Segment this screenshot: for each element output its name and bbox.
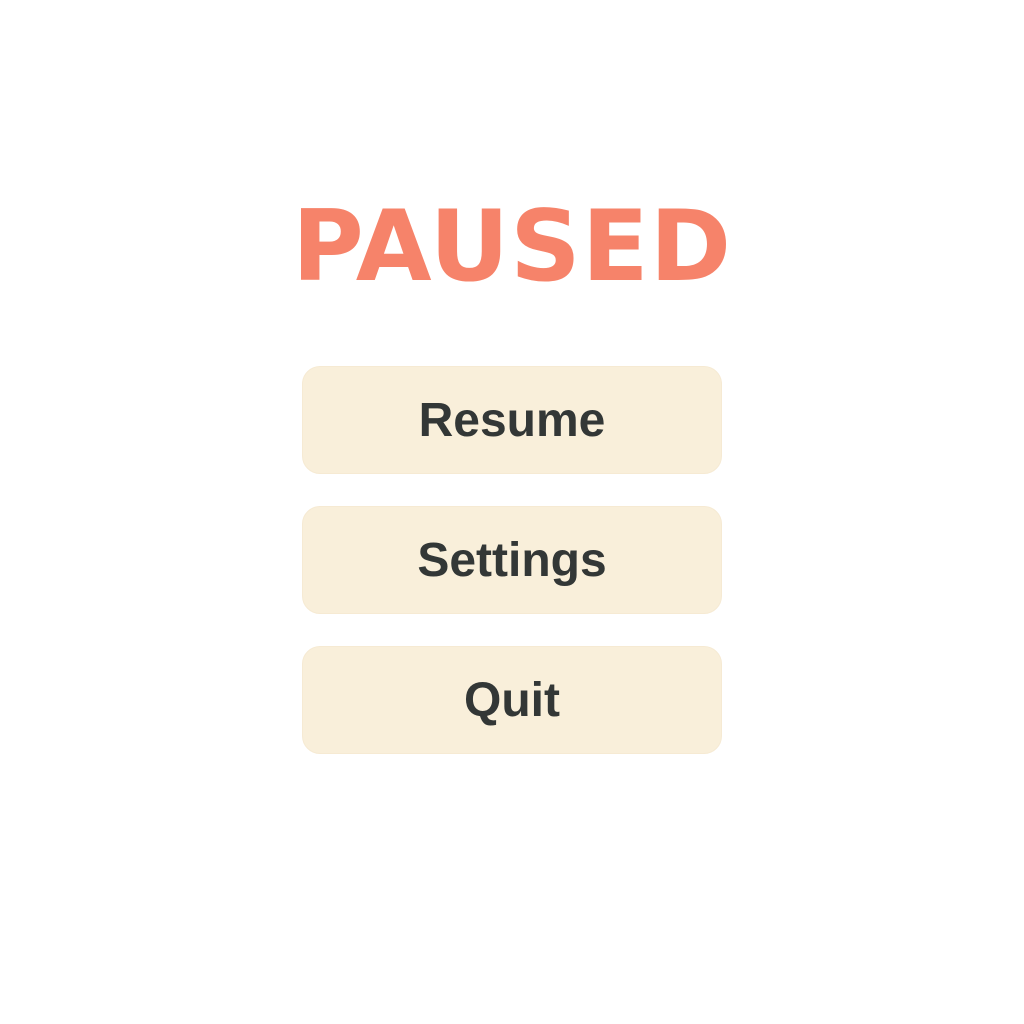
resume-button[interactable]: Resume [302, 366, 722, 474]
pause-screen: PAUSED Resume Settings Quit [0, 0, 1024, 1024]
settings-button[interactable]: Settings [302, 506, 722, 614]
pause-title: PAUSED [291, 190, 733, 304]
pause-menu: Resume Settings Quit [302, 366, 722, 754]
quit-button[interactable]: Quit [302, 646, 722, 754]
